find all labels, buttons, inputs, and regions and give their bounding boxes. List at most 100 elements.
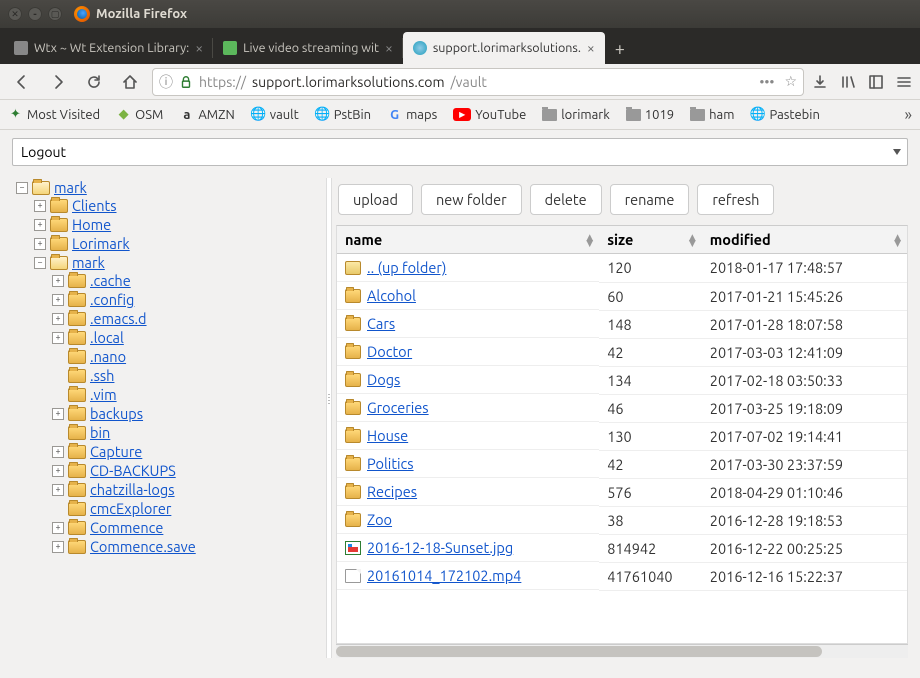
tree-label[interactable]: Capture xyxy=(90,443,142,460)
tree-node[interactable]: + chatzilla-logs xyxy=(52,481,322,498)
tab-close-icon[interactable]: × xyxy=(587,40,595,56)
table-row[interactable]: Alcohol602017-01-21 15:45:26 xyxy=(337,282,907,310)
table-row[interactable]: Cars1482017-01-28 18:07:58 xyxy=(337,310,907,338)
table-row[interactable]: 20161014_172102.mp4417610402016-12-16 15… xyxy=(337,562,907,590)
table-row[interactable]: Recipes5762018-04-29 01:10:46 xyxy=(337,478,907,506)
tree-expand-icon[interactable]: + xyxy=(52,484,64,496)
file-name[interactable]: Alcohol xyxy=(367,287,416,304)
reload-button[interactable] xyxy=(80,68,108,96)
tree-node[interactable]: + .config xyxy=(52,291,322,308)
tree-node[interactable]: + Home xyxy=(34,216,322,233)
file-name[interactable]: Politics xyxy=(367,455,414,472)
tree-expand-icon[interactable]: + xyxy=(52,465,64,477)
tree-label[interactable]: mark xyxy=(54,179,87,196)
column-modified[interactable]: modified▲▼ xyxy=(702,226,907,254)
tree-label[interactable]: Commence xyxy=(90,519,163,536)
scrollbar-thumb[interactable] xyxy=(336,646,822,657)
new-folder-button[interactable]: new folder xyxy=(421,184,522,215)
tree-label[interactable]: Clients xyxy=(72,197,117,214)
page-info-icon[interactable]: ⓘ xyxy=(159,72,173,92)
column-name[interactable]: name▲▼ xyxy=(337,226,599,254)
tab-close-icon[interactable]: × xyxy=(195,40,203,56)
tree-node[interactable]: + .emacs.d xyxy=(52,310,322,327)
bookmarks-overflow-icon[interactable]: » xyxy=(904,106,912,124)
tree-label[interactable]: bin xyxy=(90,424,110,441)
table-row[interactable]: Doctor422017-03-03 12:41:09 xyxy=(337,338,907,366)
tree-expand-icon[interactable]: + xyxy=(34,200,46,212)
page-actions-icon[interactable]: ••• xyxy=(759,74,774,90)
tree-label[interactable]: Commence.save xyxy=(90,538,196,555)
tree-node[interactable]: + .cache xyxy=(52,272,322,289)
tree-expand-icon[interactable]: + xyxy=(34,219,46,231)
window-close-button[interactable]: ✕ xyxy=(8,7,22,21)
tree-expand-icon[interactable]: + xyxy=(52,275,64,287)
table-row[interactable]: Dogs1342017-02-18 03:50:33 xyxy=(337,366,907,394)
bookmark-youtube[interactable]: ▶YouTube xyxy=(453,108,526,122)
tree-node[interactable]: + Clients xyxy=(34,197,322,214)
tree-node[interactable]: + CD-BACKUPS xyxy=(52,462,322,479)
file-name[interactable]: Doctor xyxy=(367,343,412,360)
tree-expand-icon[interactable]: + xyxy=(52,332,64,344)
bookmark-ham[interactable]: ham xyxy=(690,108,734,122)
tree-label[interactable]: .cache xyxy=(90,272,131,289)
tree-label[interactable]: .vim xyxy=(90,386,117,403)
tree-node-root[interactable]: − mark xyxy=(16,179,322,196)
tree-label[interactable]: .emacs.d xyxy=(90,310,147,327)
tree-label[interactable]: Home xyxy=(72,216,111,233)
tree-node[interactable]: + Lorimark xyxy=(34,235,322,252)
table-row[interactable]: .. (up folder)1202018-01-17 17:48:57 xyxy=(337,254,907,283)
url-bar[interactable]: ⓘ https://support.lorimarksolutions.com/… xyxy=(152,68,804,96)
rename-button[interactable]: rename xyxy=(610,184,690,215)
table-row[interactable]: Politics422017-03-30 23:37:59 xyxy=(337,450,907,478)
tree-label[interactable]: Lorimark xyxy=(72,235,130,252)
tree-node[interactable]: +.local xyxy=(52,329,322,346)
tree-label[interactable]: .ssh xyxy=(90,367,114,384)
menu-icon[interactable] xyxy=(896,74,912,90)
file-name[interactable]: Groceries xyxy=(367,399,429,416)
tree-node[interactable]: bin xyxy=(52,424,322,441)
bookmark-1019[interactable]: 1019 xyxy=(626,108,674,122)
tab-close-icon[interactable]: × xyxy=(385,40,393,56)
table-row[interactable]: Zoo382016-12-28 19:18:53 xyxy=(337,506,907,534)
tree-expand-icon[interactable]: + xyxy=(52,541,64,553)
window-maximize-button[interactable]: ▢ xyxy=(48,7,62,21)
home-button[interactable] xyxy=(116,68,144,96)
file-name[interactable]: Zoo xyxy=(367,511,392,528)
bookmark-vault[interactable]: 🌐vault xyxy=(251,107,299,122)
back-button[interactable] xyxy=(8,68,36,96)
browser-tab-1[interactable]: Live video streaming wit × xyxy=(213,32,403,64)
tree-expand-icon[interactable]: + xyxy=(52,522,64,534)
tree-expand-icon[interactable]: + xyxy=(52,408,64,420)
bookmark-most-visited[interactable]: ✦Most Visited xyxy=(8,107,100,122)
browser-tab-2[interactable]: support.lorimarksolutions. × xyxy=(403,32,605,64)
tree-expand-icon[interactable]: + xyxy=(52,313,64,325)
tree-expand-icon[interactable]: + xyxy=(34,238,46,250)
sidebar-icon[interactable] xyxy=(868,74,884,90)
bookmark-star-icon[interactable]: ☆ xyxy=(784,73,797,90)
tree-label[interactable]: .config xyxy=(90,291,134,308)
tree-node[interactable]: −mark xyxy=(34,254,322,271)
tree-expand-icon[interactable]: − xyxy=(34,257,46,269)
bookmark-maps[interactable]: Gmaps xyxy=(387,107,437,122)
tree-label[interactable]: .nano xyxy=(90,348,126,365)
browser-tab-0[interactable]: Wtx ~ Wt Extension Library: × xyxy=(4,32,213,64)
logout-dropdown[interactable]: Logout xyxy=(12,138,908,166)
file-name[interactable]: Dogs xyxy=(367,371,400,388)
tree-expand-icon[interactable]: + xyxy=(52,294,64,306)
tree-node[interactable]: .ssh xyxy=(52,367,322,384)
new-tab-button[interactable]: + xyxy=(605,34,635,64)
file-name[interactable]: .. (up folder) xyxy=(367,259,446,276)
tree-collapse-icon[interactable]: − xyxy=(16,182,28,194)
library-icon[interactable] xyxy=(840,74,856,90)
file-name[interactable]: 20161014_172102.mp4 xyxy=(367,567,521,584)
bookmark-pastebin[interactable]: 🌐Pastebin xyxy=(750,107,819,122)
file-name[interactable]: House xyxy=(367,427,408,444)
tree-node[interactable]: .nano xyxy=(52,348,322,365)
bookmark-amzn[interactable]: aAMZN xyxy=(179,107,234,122)
tree-label[interactable]: chatzilla-logs xyxy=(90,481,175,498)
upload-button[interactable]: upload xyxy=(338,184,413,215)
table-row[interactable]: Groceries462017-03-25 19:18:09 xyxy=(337,394,907,422)
tree-label[interactable]: CD-BACKUPS xyxy=(90,462,176,479)
file-name[interactable]: Cars xyxy=(367,315,395,332)
tree-node[interactable]: + Commence.save xyxy=(52,538,322,555)
